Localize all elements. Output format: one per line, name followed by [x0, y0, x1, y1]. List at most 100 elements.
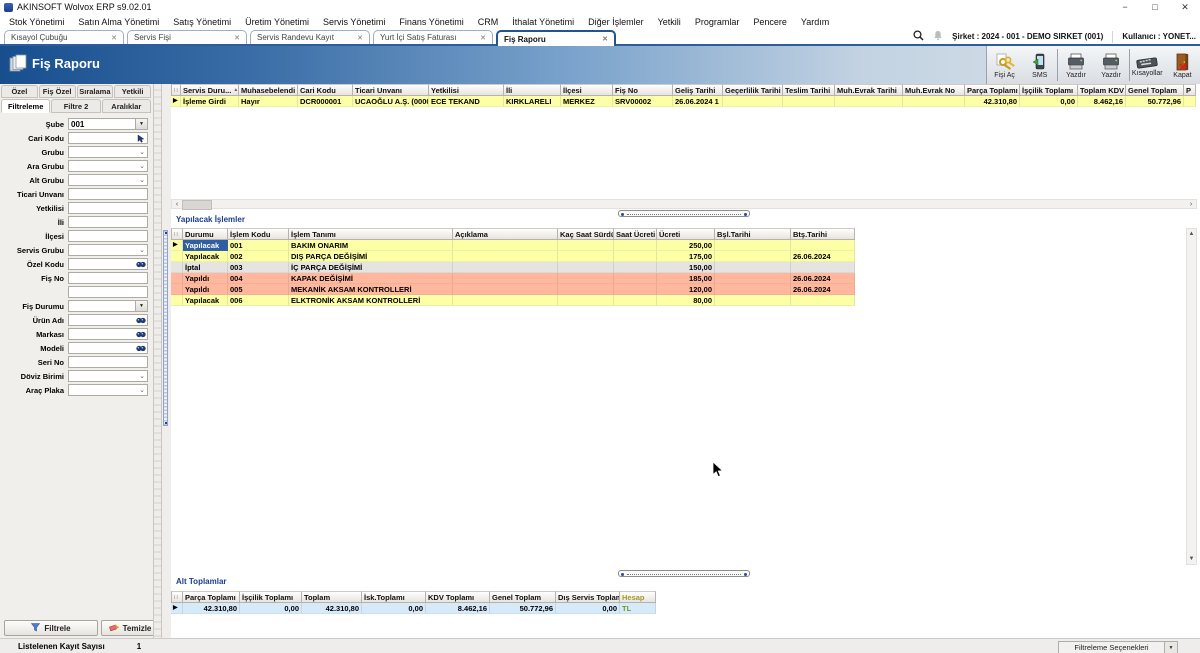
row-selector-header[interactable] — [171, 228, 183, 240]
grid-cell[interactable]: 26.06.2024 — [791, 273, 855, 284]
tab-fiş-özel[interactable]: Fiş Özel — [39, 85, 76, 98]
column-header[interactable]: Geçerlilik Tarihi — [723, 84, 783, 96]
column-header[interactable]: İşçilik Toplamı — [1020, 84, 1078, 96]
row-indicator-cell[interactable] — [171, 262, 183, 273]
panel-splitter[interactable] — [162, 84, 171, 638]
tab-yurt-i-çi-satış-faturası[interactable]: Yurt İçi Satış Faturası✕ — [373, 30, 493, 44]
grid-cell[interactable]: İşleme Girdi — [181, 96, 239, 107]
lookup-icon[interactable] — [136, 316, 146, 327]
grid-cell[interactable] — [723, 96, 783, 107]
menu-diğer-i-şlemler[interactable]: Diğer İşlemler — [581, 17, 651, 27]
grid-cell[interactable]: Yapılacak — [183, 240, 228, 251]
table-row[interactable]: ▶42.310,800,0042.310,800,008.462,1650.77… — [171, 603, 656, 614]
splitter-slider-bottom[interactable] — [618, 570, 750, 577]
column-header[interactable]: Parça Toplamı — [183, 591, 240, 603]
column-header[interactable]: Genel Toplam — [490, 591, 556, 603]
column-header[interactable]: Bşl.Tarihi — [715, 228, 791, 240]
grid-cell[interactable] — [558, 273, 614, 284]
table-row[interactable]: İptal003İÇ PARÇA DEĞİŞİMİ150,00 — [171, 262, 855, 273]
grid-cell[interactable]: BAKIM ONARIM — [289, 240, 453, 251]
menu-pencere[interactable]: Pencere — [746, 17, 794, 27]
yazdır-button[interactable]: Yazdır — [1094, 46, 1129, 84]
column-header[interactable]: İşlem Tanımı — [289, 228, 453, 240]
tab-servis-fişi[interactable]: Servis Fişi✕ — [127, 30, 247, 44]
grid-cell[interactable]: ELKTRONİK AKSAM KONTROLLERİ — [289, 295, 453, 306]
grid-cell[interactable] — [453, 295, 558, 306]
column-header[interactable]: Btş.Tarihi — [791, 228, 855, 240]
grid-cell[interactable]: 185,00 — [657, 273, 715, 284]
table-row[interactable]: Yapıldı005MEKANİK AKSAM KONTROLLERİ120,0… — [171, 284, 855, 295]
tab-aralıklar[interactable]: Aralıklar — [102, 99, 151, 113]
tab-sıralama[interactable]: Sıralama — [77, 85, 114, 98]
column-header[interactable]: P — [1184, 84, 1196, 96]
tab-yetkili[interactable]: Yetkili — [114, 85, 151, 98]
row-indicator-cell[interactable]: ▶ — [171, 240, 183, 251]
chevron-down-icon[interactable]: ▼ — [135, 301, 147, 311]
tab-filtre-2[interactable]: Filtre 2 — [51, 99, 100, 113]
grid-cell[interactable]: 26.06.2024 1 — [673, 96, 723, 107]
grid-cell[interactable]: 0,00 — [556, 603, 620, 614]
grid-cell[interactable]: 42.310,80 — [302, 603, 362, 614]
column-header[interactable]: İşçilik Toplamı — [240, 591, 302, 603]
column-header[interactable]: KDV Toplamı — [426, 591, 490, 603]
table-row[interactable]: Yapılacak006ELKTRONİK AKSAM KONTROLLERİ8… — [171, 295, 855, 306]
grid-cell[interactable]: 8.462,16 — [1078, 96, 1126, 107]
tab-close-icon[interactable]: ✕ — [234, 34, 240, 42]
grid-cell[interactable] — [715, 295, 791, 306]
menu-servis-yönetimi[interactable]: Servis Yönetimi — [316, 17, 392, 27]
record-picker-icon[interactable] — [137, 134, 146, 145]
grid-cell[interactable]: 0,00 — [362, 603, 426, 614]
grid-cell[interactable]: DIŞ PARÇA DEĞİŞİMİ — [289, 251, 453, 262]
grid-cell[interactable]: Yapıldı — [183, 284, 228, 295]
grid-cell[interactable]: MEKANİK AKSAM KONTROLLERİ — [289, 284, 453, 295]
grid-cell[interactable]: 120,00 — [657, 284, 715, 295]
column-header[interactable]: Ücreti — [657, 228, 715, 240]
fişi-aç-button[interactable]: Fişi Aç — [987, 46, 1022, 84]
yazdır-button[interactable]: Yazdır — [1058, 46, 1093, 84]
grid-cell[interactable] — [715, 284, 791, 295]
splitter-handle[interactable] — [163, 230, 168, 426]
tab-close-icon[interactable]: ✕ — [357, 34, 363, 42]
grid-cell[interactable] — [614, 262, 657, 273]
grid-cell[interactable]: 002 — [228, 251, 289, 262]
grid-cell[interactable]: Yapıldı — [183, 273, 228, 284]
clear-button[interactable]: Temizle — [101, 620, 159, 636]
tab-close-icon[interactable]: ✕ — [111, 34, 117, 42]
chevron-down-icon[interactable]: ▼ — [135, 119, 147, 129]
grid-cell[interactable]: 250,00 — [657, 240, 715, 251]
scroll-left-icon[interactable]: ‹ — [172, 200, 182, 208]
grid-cell[interactable]: KAPAK DEĞİŞİMİ — [289, 273, 453, 284]
kapat-button[interactable]: Kapat — [1165, 46, 1200, 84]
table-row[interactable]: Yapılacak002DIŞ PARÇA DEĞİŞİMİ175,0026.0… — [171, 251, 855, 262]
grid-cell[interactable]: İÇ PARÇA DEĞİŞİMİ — [289, 262, 453, 273]
menu-i-thalat-yönetimi[interactable]: İthalat Yönetimi — [505, 17, 581, 27]
grid-cell[interactable] — [614, 240, 657, 251]
chevron-down-icon[interactable]: ⌄ — [139, 385, 145, 395]
grid-cell[interactable]: 175,00 — [657, 251, 715, 262]
row-selector-header[interactable] — [171, 84, 181, 96]
splitter-slider-top[interactable] — [618, 210, 750, 217]
filter-options-button[interactable]: Filtreleme Seçenekleri ▼ — [1058, 641, 1178, 653]
menu-yetkili[interactable]: Yetkili — [651, 17, 688, 27]
grid-cell[interactable]: ECE TEKAND — [429, 96, 504, 107]
grid-cell[interactable] — [614, 251, 657, 262]
grid-cell[interactable]: SRV00002 — [613, 96, 673, 107]
grid-cell[interactable]: 80,00 — [657, 295, 715, 306]
column-header[interactable]: Fiş No — [613, 84, 673, 96]
grid-cell[interactable] — [715, 273, 791, 284]
column-header[interactable]: Ticari Unvanı — [353, 84, 429, 96]
column-header[interactable]: Servis Duru...▲ — [181, 84, 239, 96]
grid-cell[interactable]: 26.06.2024 — [791, 251, 855, 262]
scroll-down-icon[interactable]: ▼ — [1187, 554, 1196, 564]
grid-cell[interactable]: Yapılacak — [183, 295, 228, 306]
menu-satın-alma-yönetimi[interactable]: Satın Alma Yönetimi — [71, 17, 166, 27]
tab-kısayol-çubuğu[interactable]: Kısayol Çubuğu✕ — [4, 30, 124, 44]
islemler-vscrollbar[interactable]: ▲ ▼ — [1186, 228, 1197, 565]
field-servis-grubu[interactable]: ⌄ — [68, 244, 148, 256]
column-header[interactable]: Yetkilisi — [429, 84, 504, 96]
column-header[interactable]: İli — [504, 84, 561, 96]
row-indicator-cell[interactable] — [171, 284, 183, 295]
grid-cell[interactable]: 50.772,96 — [490, 603, 556, 614]
fis-grid-hscrollbar[interactable]: ‹ › — [171, 199, 1197, 209]
menu-crm[interactable]: CRM — [471, 17, 506, 27]
